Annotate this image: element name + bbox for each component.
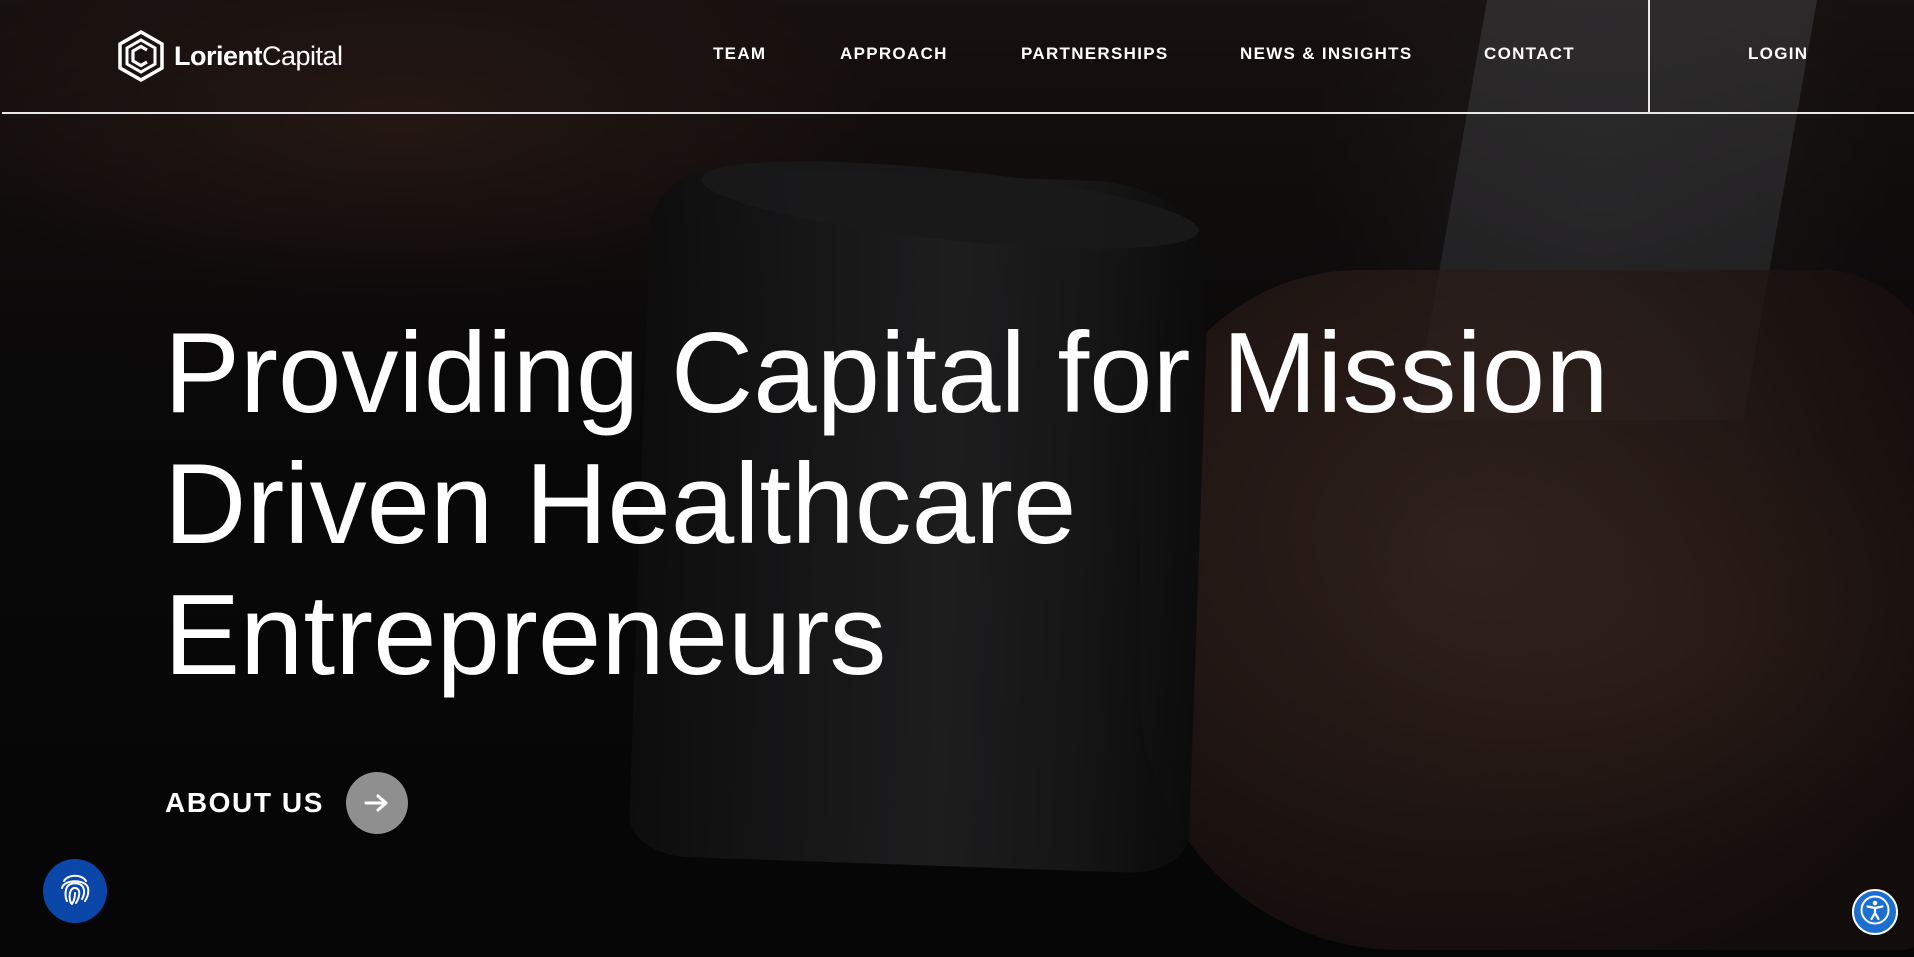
main-nav: TEAM APPROACH PARTNERSHIPS NEWS & INSIGH…	[2, 0, 1914, 112]
nav-item-partnerships[interactable]: PARTNERSHIPS	[1021, 44, 1169, 64]
fingerprint-icon	[58, 871, 92, 912]
hero-headline: Providing Capital for Mission Driven Hea…	[164, 308, 1664, 701]
about-us-label: ABOUT US	[165, 787, 325, 818]
nav-item-approach[interactable]: APPROACH	[840, 44, 948, 64]
arrow-right-icon[interactable]	[346, 772, 409, 834]
about-us-button[interactable]: ABOUT US	[165, 772, 409, 834]
header-divider	[1648, 0, 1650, 112]
headline-line-2: Driven Healthcare	[164, 441, 1077, 568]
nav-item-team[interactable]: TEAM	[713, 44, 766, 64]
fingerprint-button[interactable]	[43, 859, 107, 923]
login-link[interactable]: LOGIN	[1748, 44, 1808, 64]
nav-item-contact[interactable]: CONTACT	[1484, 44, 1575, 64]
site-header: LorientCapital TEAM APPROACH PARTNERSHIP…	[2, 0, 1914, 114]
accessibility-icon	[1860, 895, 1890, 930]
nav-item-news-insights[interactable]: NEWS & INSIGHTS	[1240, 44, 1413, 64]
accessibility-button[interactable]	[1852, 889, 1898, 935]
hero-section: LorientCapital TEAM APPROACH PARTNERSHIP…	[0, 0, 1914, 957]
headline-line-1: Providing Capital for Mission	[164, 310, 1609, 437]
headline-line-3: Entrepreneurs	[164, 572, 887, 699]
